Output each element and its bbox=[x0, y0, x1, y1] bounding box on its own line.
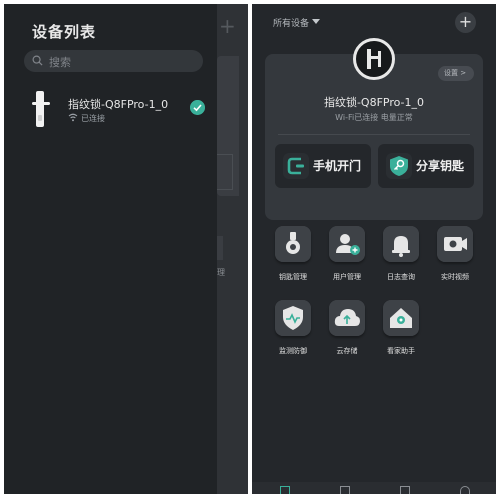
cloud-storage-icon bbox=[329, 300, 365, 336]
device-name: 指纹锁-Q8FPro-1_0 bbox=[68, 98, 169, 111]
background-plus-icon: + bbox=[219, 14, 236, 38]
feature-key-management[interactable]: 钥匙管理 bbox=[268, 226, 316, 286]
monitor-defense-icon bbox=[275, 300, 311, 336]
wifi-icon bbox=[68, 113, 78, 122]
feature-label: 用户管理 bbox=[333, 273, 361, 281]
share-key-icon bbox=[386, 153, 412, 179]
card-device-name: 指纹锁-Q8FPro-1_0 bbox=[323, 96, 425, 109]
user-management-icon bbox=[329, 226, 365, 262]
feature-label: 钥匙管理 bbox=[279, 273, 307, 281]
device-connection-status: 已连接 bbox=[81, 114, 105, 123]
background-action-button bbox=[217, 154, 233, 190]
phone-unlock-button[interactable]: 手机开门 bbox=[275, 144, 371, 188]
screenshot-frame: + 理 设备列表 搜索 指纹锁-Q8FPro-1_0 已连接 所有设备 + 设置… bbox=[0, 0, 500, 500]
share-key-label: 分享钥匙 bbox=[416, 159, 465, 173]
search-placeholder: 搜索 bbox=[49, 56, 71, 69]
home-guard-icon bbox=[383, 300, 419, 336]
card-device-status: Wi-Fi已连接 电量正常 bbox=[335, 113, 413, 122]
phone-unlock-label: 手机开门 bbox=[313, 159, 362, 173]
feature-monitor-defense[interactable]: 监测防御 bbox=[268, 300, 316, 360]
feature-label: 实时视频 bbox=[441, 273, 469, 281]
settings-button[interactable]: 设置 > bbox=[438, 66, 474, 81]
card-divider bbox=[278, 134, 470, 135]
feature-cloud-storage[interactable]: 云存储 bbox=[322, 300, 370, 360]
bottom-navigation bbox=[252, 482, 496, 494]
device-list-item[interactable]: 指纹锁-Q8FPro-1_0 已连接 bbox=[4, 86, 217, 132]
log-query-icon bbox=[383, 226, 419, 262]
nav-message-icon[interactable] bbox=[340, 486, 350, 494]
search-icon bbox=[32, 55, 43, 66]
background-home-screen: + 理 bbox=[217, 4, 248, 494]
nav-mail-icon[interactable] bbox=[400, 486, 410, 494]
drawer-title: 设备列表 bbox=[32, 23, 97, 41]
nav-home-icon[interactable] bbox=[280, 486, 290, 494]
add-device-button[interactable]: + bbox=[455, 12, 476, 33]
phone-unlock-icon bbox=[283, 153, 309, 179]
feature-live-video[interactable]: 实时视频 bbox=[430, 226, 478, 286]
background-feature-label: 理 bbox=[217, 268, 225, 277]
device-card: 设置 > 指纹锁-Q8FPro-1_0 Wi-Fi已连接 电量正常 手机开门 分… bbox=[265, 38, 483, 220]
feature-home-guard[interactable]: 看家助手 bbox=[376, 300, 424, 360]
key-management-icon bbox=[275, 226, 311, 262]
device-list-drawer: 设备列表 搜索 指纹锁-Q8FPro-1_0 已连接 bbox=[4, 4, 217, 494]
share-key-button[interactable]: 分享钥匙 bbox=[378, 144, 474, 188]
left-phone-screen: + 理 设备列表 搜索 指纹锁-Q8FPro-1_0 已连接 bbox=[4, 4, 248, 494]
search-input[interactable]: 搜索 bbox=[24, 50, 203, 72]
selected-check-icon bbox=[190, 100, 205, 115]
feature-label: 日志查询 bbox=[387, 273, 415, 281]
right-phone-screen: 所有设备 + 设置 > 指纹锁-Q8FPro-1_0 Wi-Fi已连接 电量正常… bbox=[252, 4, 496, 494]
feature-label: 云存储 bbox=[336, 347, 358, 355]
background-feature-tile bbox=[217, 236, 223, 260]
device-selector[interactable]: 所有设备 bbox=[273, 16, 309, 29]
live-video-icon bbox=[437, 226, 473, 262]
feature-log-query[interactable]: 日志查询 bbox=[376, 226, 424, 286]
caret-down-icon[interactable] bbox=[312, 19, 320, 24]
nav-profile-icon[interactable] bbox=[460, 486, 470, 494]
smart-lock-icon bbox=[32, 91, 50, 127]
feature-user-management[interactable]: 用户管理 bbox=[322, 226, 370, 286]
feature-label: 看家助手 bbox=[387, 347, 415, 355]
lock-avatar-icon bbox=[353, 38, 395, 80]
feature-label: 监测防御 bbox=[279, 347, 307, 355]
